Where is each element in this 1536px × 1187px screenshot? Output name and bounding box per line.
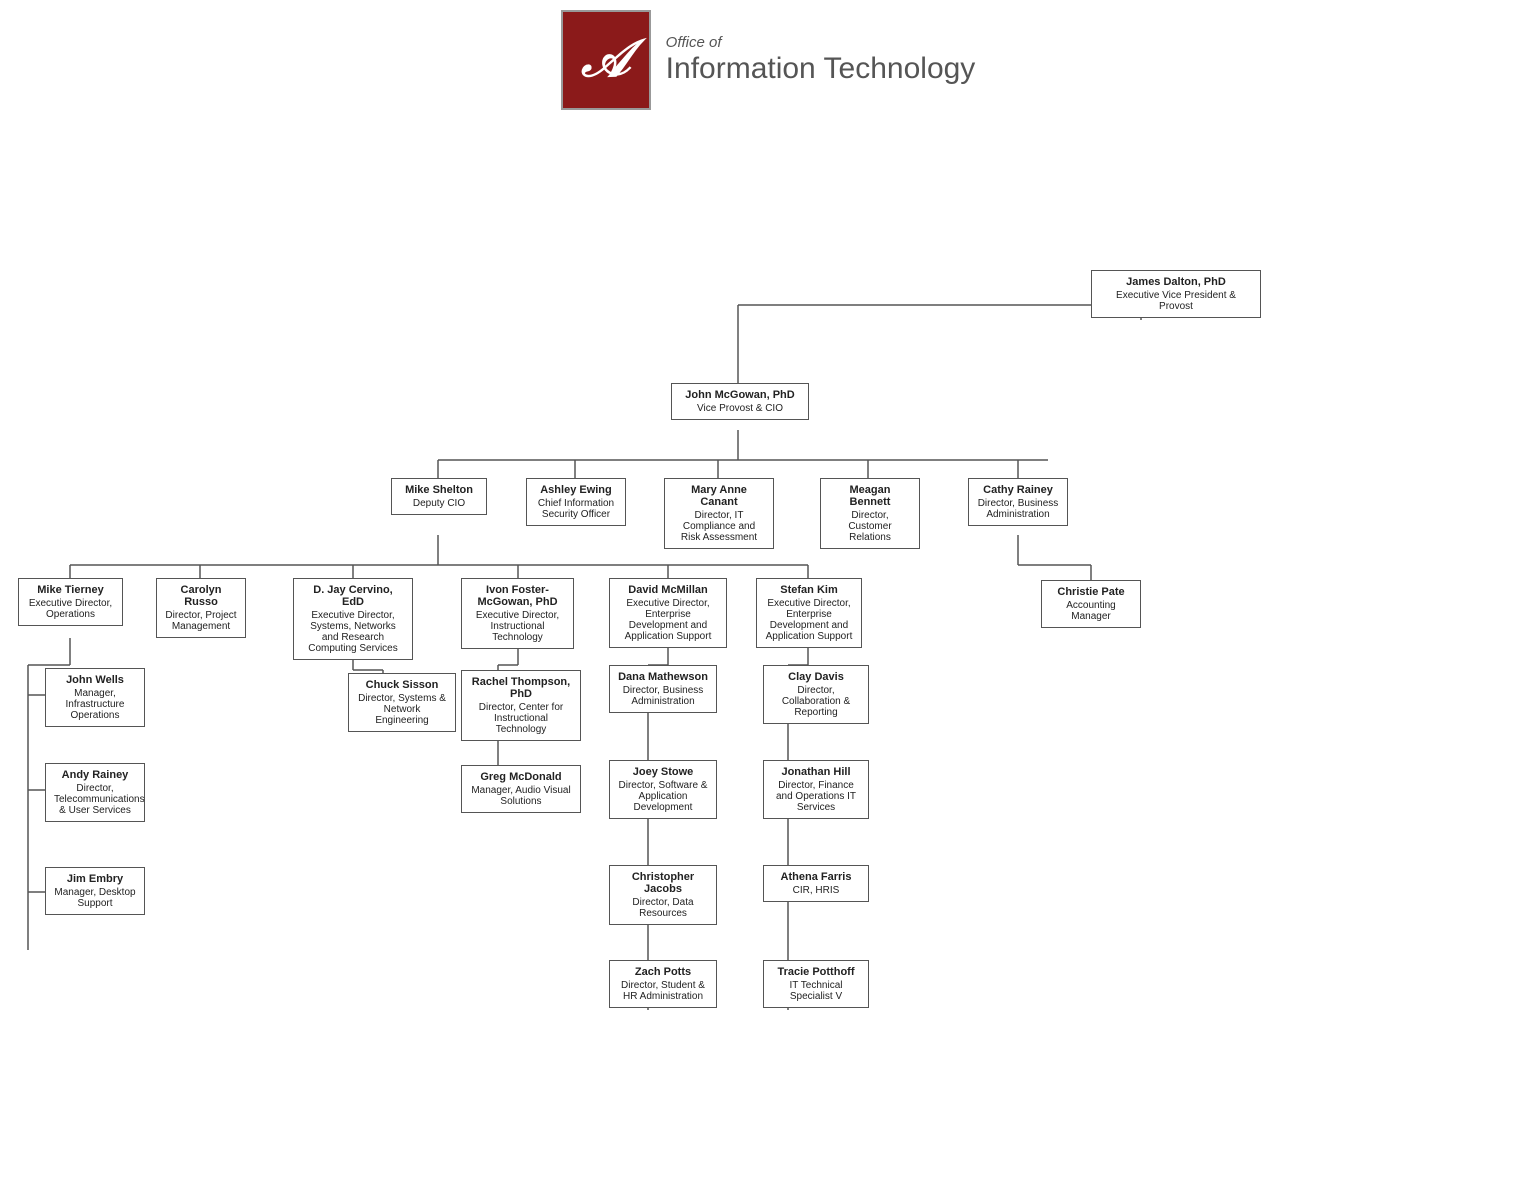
- node-james-dalton: James Dalton, PhD Executive Vice Preside…: [1091, 270, 1261, 318]
- node-mary-anne-canant: Mary Anne Canant Director, IT Compliance…: [664, 478, 774, 549]
- node-greg-mcdonald: Greg McDonald Manager, Audio Visual Solu…: [461, 765, 581, 813]
- node-john-wells: John Wells Manager, Infrastructure Opera…: [45, 668, 145, 727]
- node-chuck-sisson: Chuck Sisson Director, Systems & Network…: [348, 673, 456, 732]
- node-meagan-bennett: Meagan Bennett Director, Customer Relati…: [820, 478, 920, 549]
- node-christie-pate: Christie Pate Accounting Manager: [1041, 580, 1141, 628]
- node-jim-embry: Jim Embry Manager, Desktop Support: [45, 867, 145, 915]
- node-ashley-ewing: Ashley Ewing Chief Information Security …: [526, 478, 626, 526]
- node-tracie-potthoff: Tracie Potthoff IT Technical Specialist …: [763, 960, 869, 1008]
- node-mike-shelton: Mike Shelton Deputy CIO: [391, 478, 487, 515]
- node-stefan-kim: Stefan Kim Executive Director, Enterpris…: [756, 578, 862, 648]
- logo-letter: 𝒜: [581, 34, 630, 86]
- node-ivon-foster-mcgowan: Ivon Foster-McGowan, PhD Executive Direc…: [461, 578, 574, 649]
- node-zach-potts: Zach Potts Director, Student & HR Admini…: [609, 960, 717, 1008]
- node-mike-tierney: Mike Tierney Executive Director, Operati…: [18, 578, 123, 626]
- node-andy-rainey: Andy Rainey Director, Telecommunications…: [45, 763, 145, 822]
- node-joey-stowe: Joey Stowe Director, Software & Applicat…: [609, 760, 717, 819]
- node-d-jay-cervino: D. Jay Cervino, EdD Executive Director, …: [293, 578, 413, 660]
- node-david-mcmillan: David McMillan Executive Director, Enter…: [609, 578, 727, 648]
- page-container: 𝒜 Office of Information Technology: [0, 0, 1536, 1160]
- header-text: Office of Information Technology: [666, 34, 976, 87]
- it-name-label: Information Technology: [666, 51, 976, 87]
- node-cathy-rainey: Cathy Rainey Director, Business Administ…: [968, 478, 1068, 526]
- org-chart: James Dalton, PhD Executive Vice Preside…: [8, 130, 1528, 1130]
- node-dana-mathewson: Dana Mathewson Director, Business Admini…: [609, 665, 717, 713]
- university-logo: 𝒜: [561, 10, 651, 110]
- node-athena-farris: Athena Farris CIR, HRIS: [763, 865, 869, 902]
- node-clay-davis: Clay Davis Director, Collaboration & Rep…: [763, 665, 869, 724]
- header: 𝒜 Office of Information Technology: [0, 10, 1536, 110]
- node-john-mcgowan: John McGowan, PhD Vice Provost & CIO: [671, 383, 809, 420]
- office-of-label: Office of: [666, 34, 976, 51]
- node-carolyn-russo: Carolyn Russo Director, Project Manageme…: [156, 578, 246, 638]
- node-jonathan-hill: Jonathan Hill Director, Finance and Oper…: [763, 760, 869, 819]
- node-rachel-thompson: Rachel Thompson, PhD Director, Center fo…: [461, 670, 581, 741]
- node-christopher-jacobs: Christopher Jacobs Director, Data Resour…: [609, 865, 717, 925]
